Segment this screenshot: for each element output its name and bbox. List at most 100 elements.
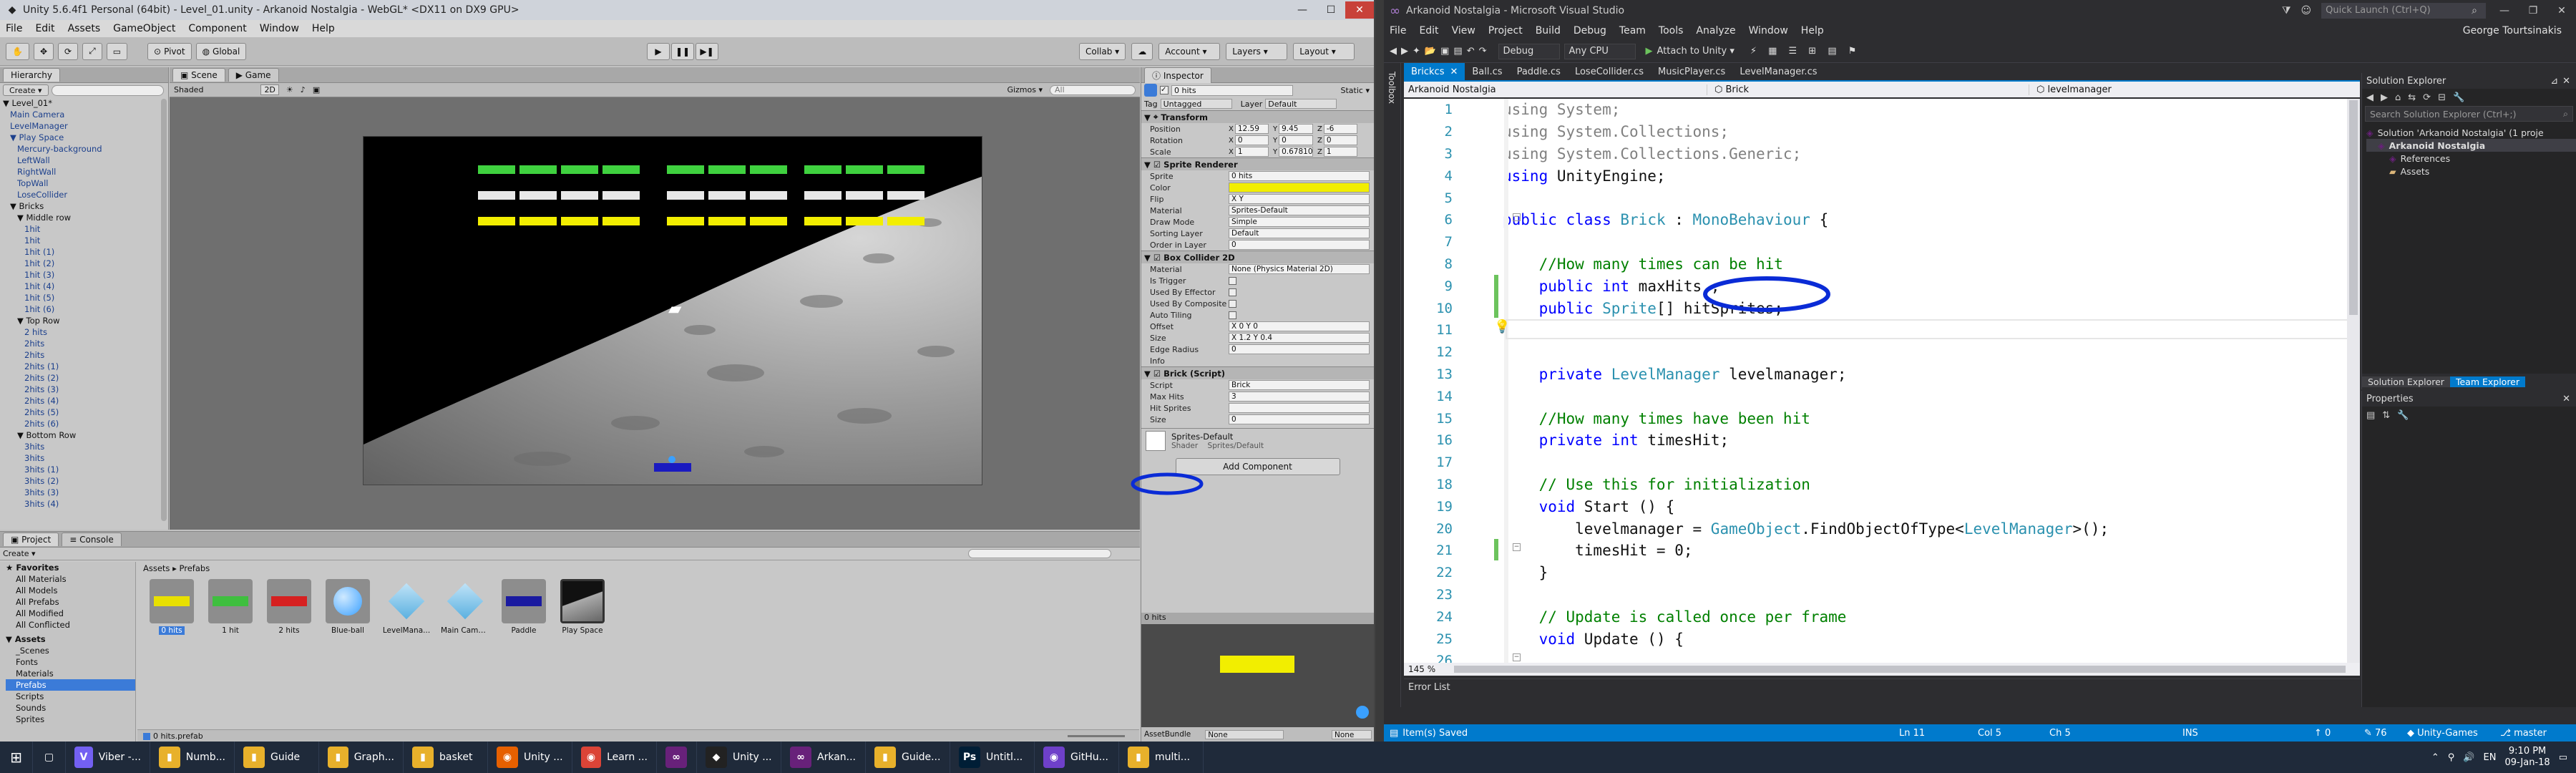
step-button[interactable]: ▶❚ (696, 42, 718, 60)
favorites-item[interactable]: All Conflicted (6, 619, 135, 631)
brick-sprite[interactable] (519, 217, 557, 225)
document-tab[interactable]: LevelManager.cs (1732, 63, 1824, 80)
document-tab[interactable]: Brickcs ✕ (1404, 63, 1465, 80)
asset-tile[interactable]: Main Came... (441, 579, 489, 635)
properties-icon[interactable]: 🔧 (2453, 92, 2464, 103)
taskbar-app-button[interactable]: ◆ Unity ... (697, 742, 781, 773)
checkbox[interactable] (1229, 311, 1236, 319)
brick-sprite[interactable] (846, 191, 883, 200)
project-search-input[interactable] (968, 549, 1111, 558)
task-view-button[interactable]: ▢ (33, 742, 66, 773)
hierarchy-item[interactable]: TopWall (3, 178, 168, 189)
field-value[interactable]: None (Physics Material 2D) (1229, 264, 1370, 274)
open-icon[interactable]: 📂 (1425, 46, 1436, 57)
hierarchy-item[interactable]: Main Camera (3, 109, 168, 120)
brick-sprite[interactable] (561, 165, 598, 174)
scene-viewport[interactable]: ▰ (363, 136, 982, 485)
feedback-icon[interactable]: ☺ (2301, 5, 2312, 16)
brick-sprite[interactable] (708, 191, 746, 200)
collapse-start-icon[interactable]: − (1513, 543, 1521, 551)
brick-sprite[interactable] (667, 217, 704, 225)
brick-sprite[interactable] (667, 165, 704, 174)
solution-explorer-close-icon[interactable]: ✕ (2562, 76, 2570, 87)
field-value[interactable]: 0 (1229, 344, 1370, 354)
field-value[interactable]: 3 (1229, 392, 1370, 402)
field-value[interactable]: Simple (1229, 217, 1370, 227)
thumbnail-size-slider[interactable] (1068, 735, 1125, 737)
asset-tile[interactable]: 1 hit (206, 579, 255, 635)
status-ins[interactable]: INS (2182, 728, 2198, 739)
vs-minimize-button[interactable]: — (2490, 5, 2519, 16)
brick-sprite[interactable] (846, 165, 883, 174)
asset-folder[interactable]: Fonts (6, 656, 135, 668)
brick-sprite[interactable] (887, 191, 924, 200)
asset-tile[interactable]: 2 hits (265, 579, 313, 635)
brick-sprite[interactable] (561, 217, 598, 225)
collapse-update-icon[interactable]: − (1513, 653, 1521, 661)
home-icon[interactable]: ⌂ (2395, 92, 2401, 103)
object-name-field[interactable]: 0 hits (1171, 84, 1293, 96)
lightbulb-icon[interactable]: 💡 (1494, 319, 1510, 334)
hierarchy-item[interactable]: LoseCollider (3, 189, 168, 200)
shader-dropdown[interactable]: Sprites/Default (1208, 442, 1264, 450)
vs-menu-item-tools[interactable]: Tools (1659, 25, 1684, 37)
brick-sprite[interactable] (478, 191, 515, 200)
redo-icon[interactable]: ↷ (1479, 46, 1487, 57)
ball-sprite[interactable] (668, 456, 675, 463)
menu-item-file[interactable]: File (6, 23, 22, 34)
field-value[interactable]: X 0 Y 0 (1229, 321, 1370, 331)
asset-folder[interactable]: _Scenes (6, 645, 135, 656)
brick-sprite[interactable] (804, 165, 841, 174)
notifications-icon[interactable]: ▭ (2559, 752, 2567, 763)
brick-sprite[interactable] (887, 165, 924, 174)
tab-console[interactable]: ≡ Console (62, 533, 122, 546)
hierarchy-item[interactable]: 2 hits (3, 326, 168, 338)
rect-tool-button[interactable]: ▭ (106, 42, 128, 60)
vs-menu-item-window[interactable]: Window (1749, 25, 1788, 37)
menu-item-window[interactable]: Window (260, 23, 299, 34)
editor-vertical-scrollbar[interactable] (2347, 99, 2360, 663)
toolbar-icons[interactable]: ⚡ ▦ ☰ ⊞ ▤ ⚑ (1750, 46, 1861, 57)
network-icon[interactable]: ⚲ (2448, 752, 2455, 763)
active-checkbox[interactable]: ✓ (1160, 86, 1169, 94)
hierarchy-item[interactable]: RightWall (3, 166, 168, 178)
search-icon[interactable]: ⌕ (2472, 5, 2477, 16)
hierarchy-item[interactable]: 1hit (2) (3, 258, 168, 269)
hierarchy-item[interactable]: 3hits (3, 452, 168, 464)
member-nav-dropdown[interactable]: ⬡ levelmanager (2032, 84, 2360, 95)
tab-close-icon[interactable]: ✕ (1450, 67, 1458, 77)
taskbar-app-button[interactable]: Ps Untitl... (950, 742, 1035, 773)
save-all-icon[interactable]: ▤ (1453, 46, 1462, 57)
project-create-button[interactable]: Create ▾ (3, 549, 36, 558)
vs-menu-item-view[interactable]: View (1452, 25, 1475, 37)
brick-script-checkbox[interactable]: ☑ (1153, 369, 1161, 379)
scrollbar-thumb[interactable] (2349, 100, 2358, 315)
field-value[interactable] (1229, 403, 1370, 413)
hierarchy-item[interactable]: 2hits (3) (3, 384, 168, 395)
shading-mode-dropdown[interactable]: Shaded (174, 85, 203, 94)
hierarchy-item[interactable]: 1hit (3, 223, 168, 235)
rotate-tool-button[interactable]: ⟳ (58, 42, 79, 60)
box-collider-checkbox[interactable]: ☑ (1153, 253, 1161, 263)
field-value[interactable]: Sprites-Default (1229, 205, 1370, 215)
asset-folder[interactable]: Prefabs (6, 679, 135, 691)
checkbox[interactable] (1229, 276, 1236, 285)
quick-launch-input[interactable]: Quick Launch (Ctrl+Q) (2321, 3, 2487, 19)
toggle-2d-button[interactable]: 2D (260, 84, 279, 95)
taskbar-app-button[interactable]: ▮ Guide... (866, 742, 950, 773)
vector-input-z[interactable]: -6 (1323, 124, 1357, 134)
tab-inspector[interactable]: ⓘ Inspector (1144, 67, 1211, 83)
tab-hierarchy[interactable]: Hierarchy (3, 68, 61, 82)
field-value[interactable]: 0 (1229, 240, 1370, 250)
checkbox[interactable] (1229, 288, 1236, 296)
vector-input-z[interactable]: 1 (1323, 147, 1357, 157)
pin-icon[interactable]: ⊿ (2550, 76, 2558, 87)
vs-menu-item-build[interactable]: Build (1536, 25, 1561, 37)
clock[interactable]: 9:10 PM 09-Jan-18 (2504, 746, 2550, 769)
properties-close-icon[interactable]: ✕ (2562, 394, 2570, 404)
asset-tile[interactable]: 0 hits (147, 579, 196, 635)
brick-sprite[interactable] (478, 217, 515, 225)
layout-button[interactable]: Layout ▾ (1293, 42, 1355, 60)
vs-menu-item-help[interactable]: Help (1801, 25, 1824, 37)
asset-tile[interactable]: Blue-ball (323, 579, 372, 635)
